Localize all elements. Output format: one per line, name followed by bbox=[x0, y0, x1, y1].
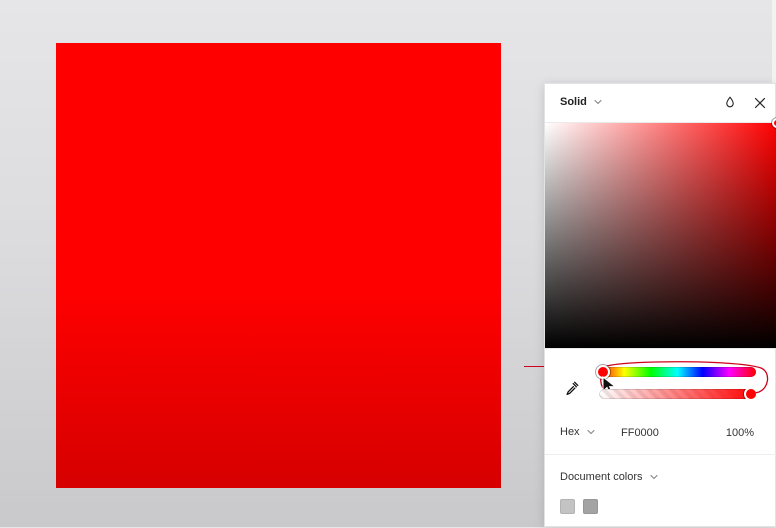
close-button[interactable] bbox=[751, 94, 769, 112]
opacity-input[interactable] bbox=[714, 426, 754, 440]
alpha-slider[interactable] bbox=[599, 389, 756, 399]
controls: Hex Document colors bbox=[545, 349, 776, 528]
droplet-icon bbox=[723, 96, 737, 110]
chevron-down-icon bbox=[649, 472, 659, 482]
opacity-toggle-button[interactable] bbox=[721, 94, 739, 112]
hue-slider[interactable] bbox=[596, 365, 756, 379]
chevron-down-icon bbox=[593, 97, 603, 107]
canvas: Solid Hex FF0000 100% Document colors bbox=[0, 0, 776, 527]
color-picker-panel: Solid Hex FF0000 100% Document colors bbox=[544, 83, 776, 527]
document-color-swatch[interactable] bbox=[560, 499, 575, 514]
saturation-brightness-area[interactable] bbox=[545, 118, 776, 349]
color-mode-dropdown[interactable]: Hex bbox=[560, 426, 596, 438]
eyedropper-icon bbox=[564, 380, 580, 396]
document-colors-swatches bbox=[560, 499, 598, 514]
document-colors-label: Document colors bbox=[560, 471, 643, 483]
alpha-handle[interactable] bbox=[744, 389, 756, 399]
color-value-row: Hex bbox=[545, 421, 776, 445]
fill-type-label: Solid bbox=[560, 96, 587, 108]
document-color-swatch[interactable] bbox=[583, 499, 598, 514]
fill-type-dropdown[interactable]: Solid bbox=[560, 96, 603, 108]
document-colors-dropdown[interactable]: Document colors bbox=[560, 471, 659, 483]
close-icon bbox=[753, 96, 767, 110]
panel-header: Solid bbox=[545, 84, 776, 122]
chevron-down-icon bbox=[586, 427, 596, 437]
header-icons bbox=[721, 94, 769, 112]
divider bbox=[545, 454, 776, 455]
saturation-brightness-handle[interactable] bbox=[772, 118, 776, 128]
hue-handle[interactable] bbox=[596, 365, 610, 379]
hex-input[interactable] bbox=[621, 426, 701, 440]
red-frame[interactable] bbox=[56, 43, 501, 488]
color-mode-label: Hex bbox=[560, 426, 580, 438]
eyedropper-button[interactable] bbox=[563, 379, 581, 397]
